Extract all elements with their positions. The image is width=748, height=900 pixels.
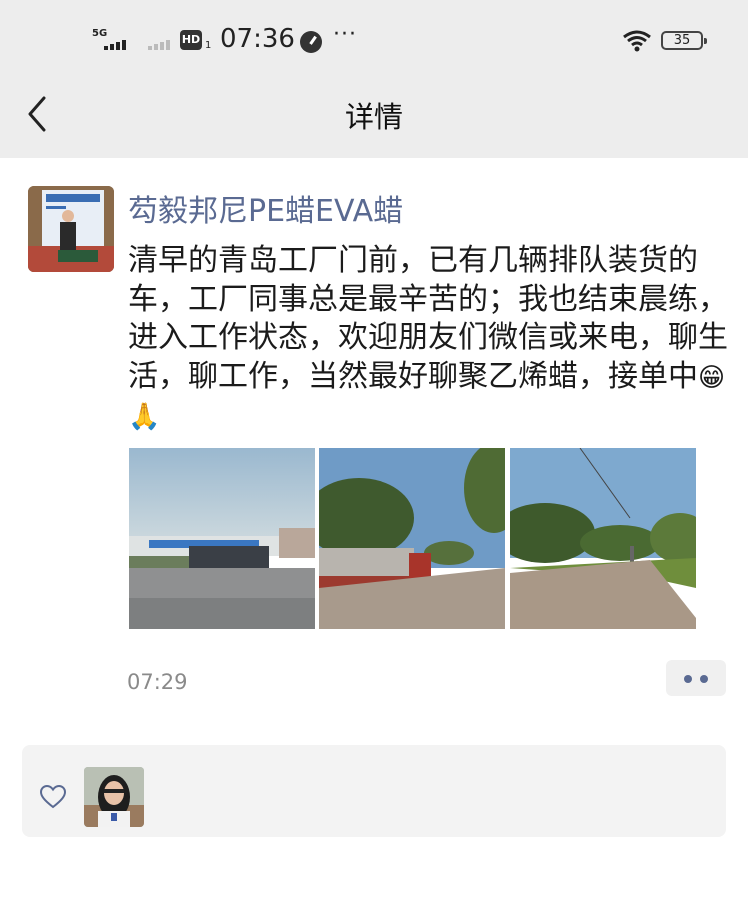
trucks-queue-photo[interactable]: [319, 448, 505, 629]
battery-icon: 35: [661, 31, 707, 50]
network-type: 5G: [92, 28, 108, 39]
clock: 07:36: [220, 24, 295, 54]
dot-icon: [684, 675, 692, 683]
nav-bar: 详情: [0, 80, 748, 158]
author-avatar[interactable]: [28, 186, 114, 272]
more-status-icon: ···: [333, 22, 357, 47]
factory-gate-photo[interactable]: [129, 448, 315, 629]
wifi-icon: [623, 30, 651, 52]
post-text-content: 清早的青岛工厂门前，已有几辆排队装货的车，工厂同事总是最辛苦的；我也结束晨练，进…: [128, 243, 728, 394]
page-title: 详情: [344, 100, 403, 134]
location-icon: [300, 31, 322, 53]
author-name[interactable]: 芶毅邦尼PE蜡EVA蜡: [128, 186, 403, 230]
heart-icon: [40, 785, 66, 809]
post-timestamp: 07:29: [127, 670, 188, 694]
road-trees-photo[interactable]: [510, 448, 696, 629]
liker-avatar[interactable]: [84, 767, 144, 827]
comment-more-button[interactable]: [666, 660, 726, 696]
likes-panel: [22, 745, 726, 837]
hd-icon: HD: [180, 30, 202, 50]
status-bar: 5G HD 1 07:36 ··· 35: [0, 0, 748, 80]
dot-icon: [700, 675, 708, 683]
post-text: 清早的青岛工厂门前，已有几辆排队装货的车，工厂同事总是最辛苦的；我也结束晨练，进…: [128, 242, 728, 437]
hd-sub: 1: [205, 40, 212, 51]
top-bar: 5G HD 1 07:36 ··· 35 详情: [0, 0, 748, 158]
signal-icon: [104, 40, 126, 50]
signal-icon-2: [148, 40, 170, 50]
